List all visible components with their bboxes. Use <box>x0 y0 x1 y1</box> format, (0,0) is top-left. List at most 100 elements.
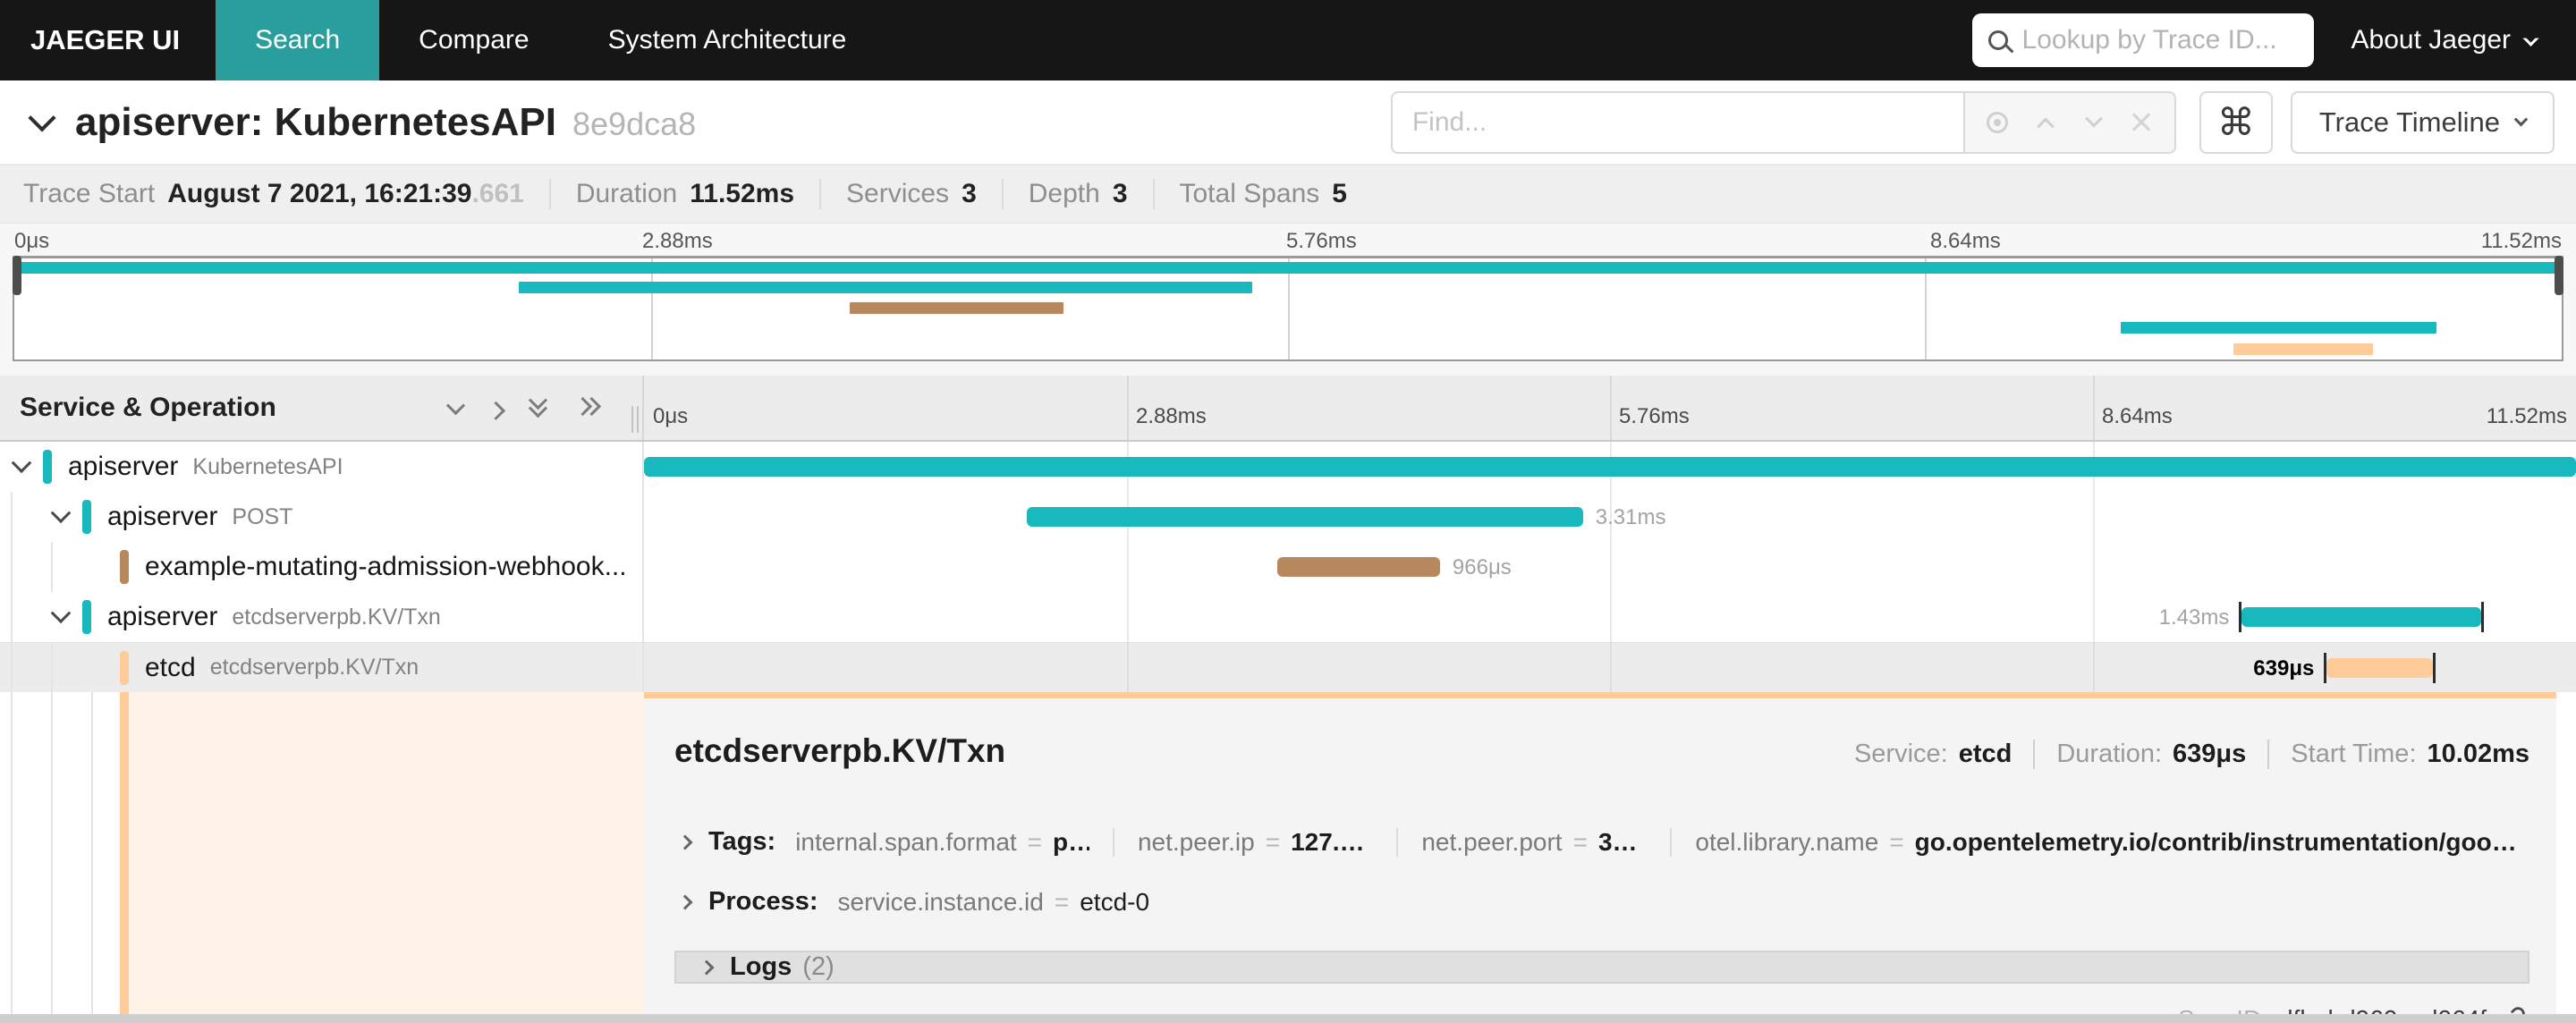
collapse-children-icon[interactable] <box>50 603 72 624</box>
span-tree-cell[interactable]: etcd etcdserverpb.KV/Txn <box>0 643 644 692</box>
collapse-children-icon[interactable] <box>11 452 32 474</box>
summary-depth: Depth 3 <box>1001 179 1128 209</box>
collapse-children-icon[interactable] <box>50 503 72 524</box>
gridline <box>1127 376 1129 440</box>
service-name: apiserver <box>68 452 179 481</box>
process-row[interactable]: Process: service.instance.id = etcd-0 <box>674 887 2529 917</box>
chevron-right-icon <box>677 834 693 850</box>
service-operation-title: Service & Operation <box>20 393 276 422</box>
meta-service: Service: etcd <box>1853 740 2012 768</box>
collapse-all-icon[interactable] <box>528 391 549 419</box>
minimap <box>0 256 2576 361</box>
trace-summary-bar: Trace Start August 7 2021, 16:21:39 .661… <box>0 165 2576 224</box>
minimap-right-scrubber[interactable] <box>2555 256 2563 295</box>
span-bar-end-ticks <box>2239 602 2484 632</box>
nav-tab-search[interactable]: Search <box>216 0 380 80</box>
nav-tab-compare[interactable]: Compare <box>379 0 568 80</box>
logs-label: Logs <box>730 952 792 981</box>
operation-name: POST <box>232 503 293 529</box>
keyboard-shortcuts-button[interactable]: ⌘ <box>2199 90 2273 154</box>
service-operation-header: Service & Operation <box>0 376 644 440</box>
span-color-bar <box>120 550 129 584</box>
minimap-canvas[interactable] <box>13 256 2563 361</box>
minimap-left-scrubber[interactable] <box>13 256 21 295</box>
collapse-one-icon[interactable] <box>445 395 466 415</box>
trace-header: apiserver: KubernetesAPI 8e9dca8 ⌘ Trace … <box>0 80 2576 165</box>
about-jaeger-label: About Jaeger <box>2351 25 2511 55</box>
span-duration-label: 1.43ms <box>2158 605 2230 630</box>
about-jaeger-menu[interactable]: About Jaeger <box>2351 25 2539 55</box>
span-timeline-cell[interactable]: 639μs <box>644 643 2576 692</box>
chevron-down-icon <box>2513 112 2529 127</box>
nav-right-group: About Jaeger <box>1971 0 2576 80</box>
timeline-tick: 2.88ms <box>1136 404 1207 428</box>
operation-name: KubernetesAPI <box>192 453 343 479</box>
span-operation-title: etcdserverpb.KV/Txn <box>674 732 1006 769</box>
jaeger-logo[interactable]: JAEGER UI <box>0 0 216 80</box>
span-duration-label: 639μs <box>2253 656 2315 681</box>
span-timeline-cell[interactable]: 1.43ms <box>644 592 2576 642</box>
span-row-etcd-kvtxn-selected[interactable]: etcd etcdserverpb.KV/Txn 639μs <box>0 642 2576 692</box>
tag-item: net.peer.port = 37982 <box>1396 827 1647 857</box>
summary-services: Services 3 <box>819 179 977 209</box>
span-tree-cell[interactable]: apiserver KubernetesAPI <box>0 442 644 492</box>
span-timeline-cell[interactable]: 3.31ms <box>644 492 2576 542</box>
trace-view-label: Trace Timeline <box>2318 106 2500 138</box>
tag-item: net.peer.ip = 127.0.0.1 <box>1112 827 1373 857</box>
span-tree-cell[interactable]: apiserver etcdserverpb.KV/Txn <box>0 592 644 642</box>
collapse-trace-icon[interactable] <box>28 103 56 132</box>
minimap-span-bar <box>2121 322 2437 334</box>
service-name: etcd <box>145 652 196 682</box>
summary-duration: Duration 11.52ms <box>548 179 794 209</box>
trace-id-lookup-input[interactable] <box>2021 25 2291 55</box>
prev-match-button[interactable] <box>2030 107 2061 138</box>
find-tools <box>1962 90 2176 154</box>
expand-one-icon[interactable] <box>486 401 506 420</box>
next-match-button[interactable] <box>2079 107 2109 138</box>
span-color-bar <box>82 500 91 534</box>
timeline-ticks-header: 0μs 2.88ms 5.76ms 8.64ms 11.52ms <box>644 376 2576 440</box>
nav-tab-system-architecture[interactable]: System Architecture <box>569 0 886 80</box>
find-input[interactable] <box>1390 90 1963 154</box>
span-bar[interactable] <box>1277 557 1440 577</box>
jaeger-trace-page: JAEGER UI Search Compare System Architec… <box>0 0 2576 1023</box>
span-color-bar <box>43 450 52 484</box>
span-detail-cell: etcdserverpb.KV/Txn Service: etcd Durati… <box>644 692 2576 1023</box>
trace-id-lookup[interactable] <box>1971 13 2314 67</box>
chevron-right-icon <box>677 894 693 909</box>
span-bar[interactable] <box>1026 507 1583 527</box>
expand-all-icon[interactable] <box>572 396 602 418</box>
span-bar[interactable] <box>644 457 2576 477</box>
span-row-apiserver-post[interactable]: apiserver POST 3.31ms <box>0 492 2576 542</box>
process-label: Process: <box>708 887 818 916</box>
tags-row[interactable]: Tags: internal.span.format = proto net.p… <box>674 827 2529 857</box>
trace-title: apiserver: KubernetesAPI 8e9dca8 <box>75 100 696 145</box>
trace-header-controls: ⌘ Trace Timeline <box>1390 90 2576 154</box>
focus-match-button[interactable] <box>1982 107 2012 138</box>
span-row-apiserver-kubernetesapi[interactable]: apiserver KubernetesAPI <box>0 442 2576 492</box>
span-tree-cell[interactable]: example-mutating-admission-webhook... <box>0 542 644 592</box>
column-resize-grip[interactable] <box>630 406 642 433</box>
minimap-tick-labels: 0μs 2.88ms 5.76ms 8.64ms 11.52ms <box>0 224 2576 256</box>
logs-row[interactable]: Logs (2) <box>674 951 2529 984</box>
span-row-apiserver-kvtxn[interactable]: apiserver etcdserverpb.KV/Txn 1.43ms <box>0 592 2576 642</box>
expand-collapse-controls <box>445 391 630 420</box>
clear-find-button[interactable] <box>2126 107 2157 138</box>
span-color-bar <box>120 650 129 685</box>
span-timeline-cell[interactable] <box>644 442 2576 492</box>
span-tree-cell[interactable]: apiserver POST <box>0 492 644 542</box>
span-timeline-cell[interactable]: 966μs <box>644 542 2576 592</box>
service-name: example-mutating-admission-webhook... <box>145 552 627 581</box>
horizontal-scrollbar[interactable] <box>0 1014 2576 1023</box>
trace-title-text: apiserver: KubernetesAPI <box>75 99 556 144</box>
timeline-tick: 5.76ms <box>1619 404 1690 428</box>
span-detail-tree-cell <box>0 692 644 1014</box>
trace-view-selector[interactable]: Trace Timeline <box>2290 90 2555 154</box>
gridline <box>2093 376 2095 440</box>
tag-item: otel.library.name = go.opentelemetry.io/… <box>1670 827 2529 857</box>
chevron-up-icon <box>2037 116 2055 135</box>
trace-id: 8e9dca8 <box>572 105 697 142</box>
span-row-webhook[interactable]: example-mutating-admission-webhook... 96… <box>0 542 2576 592</box>
minimap-tick: 8.64ms <box>1930 229 2001 253</box>
span-duration-label: 966μs <box>1452 555 1512 579</box>
